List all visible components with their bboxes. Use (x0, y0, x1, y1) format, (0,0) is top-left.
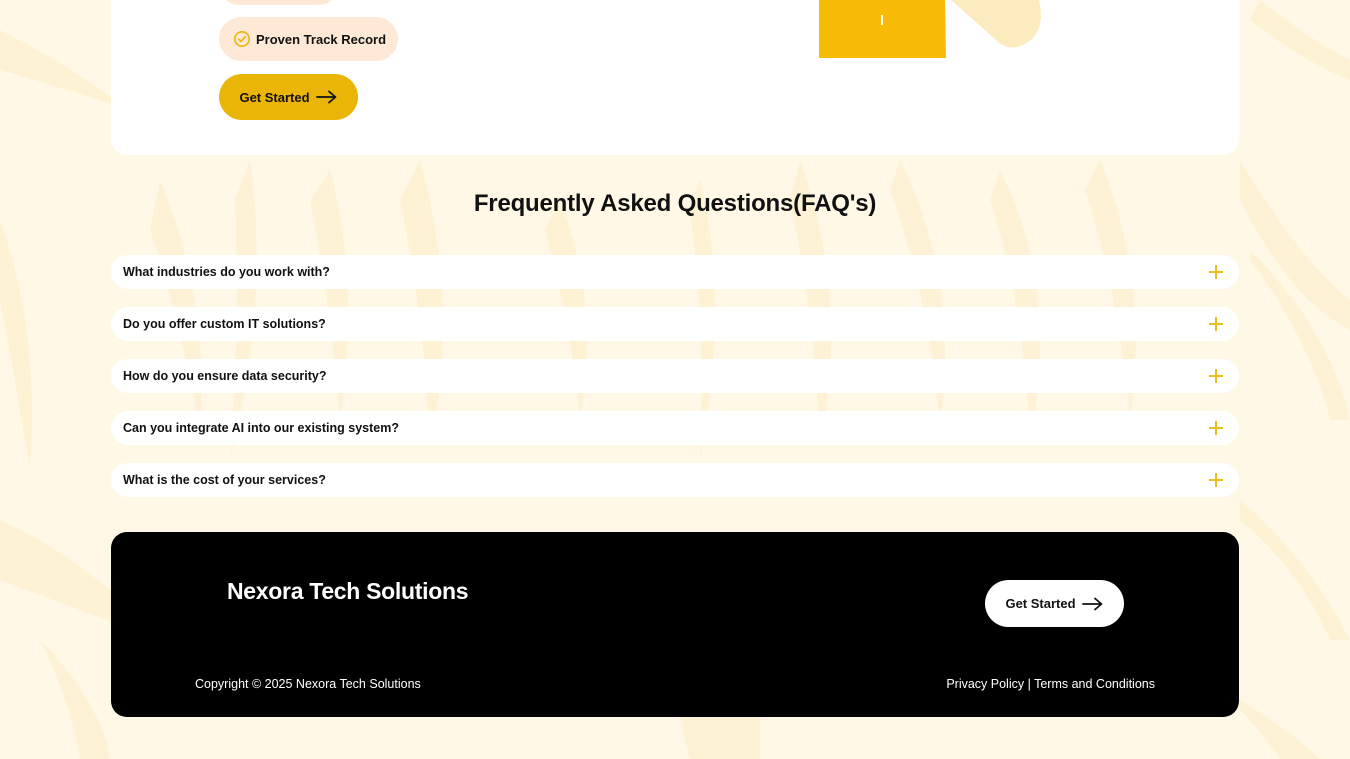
check-circle-icon (233, 30, 251, 48)
feature-pill-proven-track-record: Proven Track Record (219, 17, 399, 61)
privacy-policy-link[interactable]: Privacy Policy (946, 677, 1024, 691)
faq-item[interactable]: What industries do you work with? (111, 255, 1239, 289)
faq-list: What industries do you work with? Do you… (111, 255, 1239, 515)
get-started-button[interactable]: Get Started (219, 74, 358, 120)
legal-links: Privacy Policy | Terms and Conditions (946, 677, 1155, 691)
faq-heading: Frequently Asked Questions(FAQ's) (473, 190, 877, 217)
plus-icon[interactable] (1209, 369, 1223, 383)
faq-question: Can you integrate AI into our existing s… (123, 421, 399, 435)
faq-item[interactable]: Do you offer custom IT solutions? (111, 307, 1239, 341)
footer-get-started-button[interactable]: Get Started (985, 580, 1124, 627)
faq-item[interactable]: Can you integrate AI into our existing s… (111, 411, 1239, 445)
faq-question: How do you ensure data security? (123, 369, 327, 383)
plus-icon[interactable] (1209, 265, 1223, 279)
plus-icon[interactable] (1209, 317, 1223, 331)
faq-item[interactable]: What is the cost of your services? (111, 463, 1239, 497)
faq-question: Do you offer custom IT solutions? (123, 317, 326, 331)
faq-question: What is the cost of your services? (123, 473, 326, 487)
footer-get-started-label: Get Started (1005, 596, 1076, 611)
copyright-text: Copyright © 2025 Nexora Tech Solutions (195, 677, 421, 691)
faq-question: What industries do you work with? (123, 265, 330, 279)
terms-link[interactable]: Terms and Conditions (1034, 677, 1155, 691)
hero-illustration (819, 0, 1041, 58)
faq-item[interactable]: How do you ensure data security? (111, 359, 1239, 393)
page: Proven Track Record Get Started Frequent… (0, 0, 1350, 759)
legal-separator: | (1027, 677, 1031, 691)
get-started-label: Get Started (239, 89, 310, 105)
hero-card: Proven Track Record Get Started (111, 0, 1239, 155)
plus-icon[interactable] (1209, 421, 1223, 435)
arrow-right-icon (315, 90, 338, 104)
feature-pill-partial (219, 0, 339, 5)
feature-pill-label: Proven Track Record (256, 31, 387, 47)
footer-brand-name: Nexora Tech Solutions (227, 578, 469, 604)
footer: Nexora Tech Solutions Get Started Copyri… (111, 532, 1239, 717)
arrow-right-icon (1081, 597, 1104, 611)
plus-icon[interactable] (1209, 473, 1223, 487)
